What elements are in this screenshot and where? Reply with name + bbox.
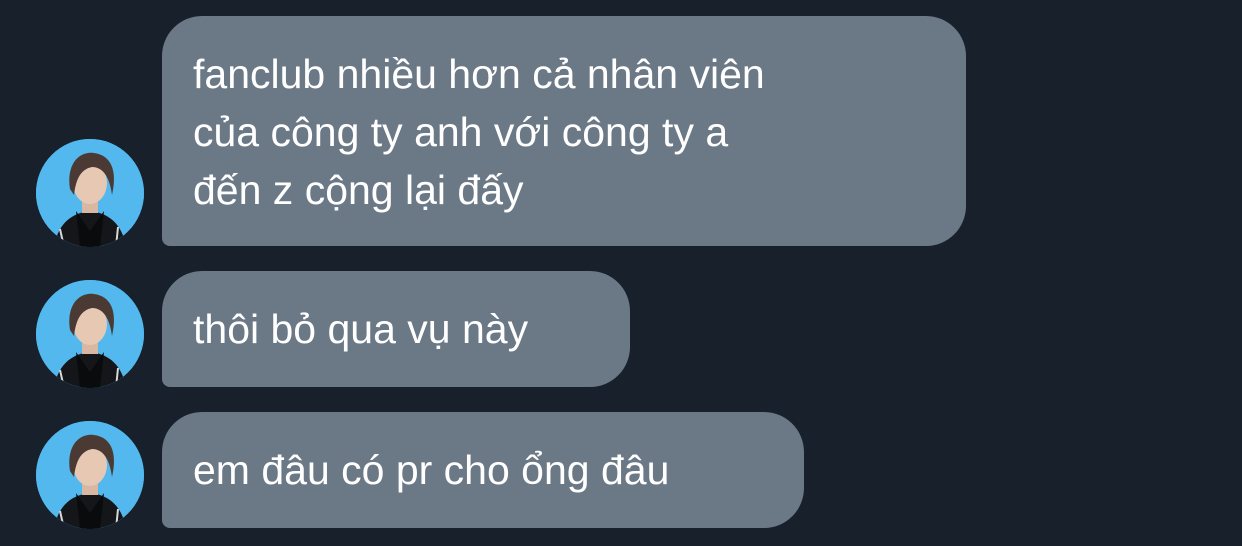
avatar[interactable]: [36, 139, 144, 247]
message-text-line: thôi bỏ qua vụ này: [193, 306, 529, 352]
avatar[interactable]: [36, 280, 144, 388]
message-bubble[interactable]: thôi bỏ qua vụ này: [162, 271, 630, 387]
avatar[interactable]: [36, 421, 144, 529]
message-text-line: của công ty anh với công ty a: [193, 109, 729, 155]
message-text-line: đến z cộng lại đấy: [193, 167, 524, 213]
message-text-line: fanclub nhiều hơn cả nhân viên: [193, 51, 765, 97]
message-row: thôi bỏ qua vụ này: [0, 271, 1242, 388]
message-bubble[interactable]: fanclub nhiều hơn cả nhân viên của công …: [162, 16, 966, 246]
message-bubble[interactable]: em đâu có pr cho ổng đâu: [162, 412, 804, 528]
message-row: fanclub nhiều hơn cả nhân viên của công …: [0, 16, 1242, 247]
avatar-photo-icon: [36, 280, 144, 388]
avatar-photo-icon: [36, 421, 144, 529]
message-text-line: em đâu có pr cho ổng đâu: [193, 447, 670, 493]
message-row: em đâu có pr cho ổng đâu: [0, 412, 1242, 529]
avatar-photo-icon: [36, 139, 144, 247]
chat-thread: fanclub nhiều hơn cả nhân viên của công …: [0, 0, 1242, 546]
